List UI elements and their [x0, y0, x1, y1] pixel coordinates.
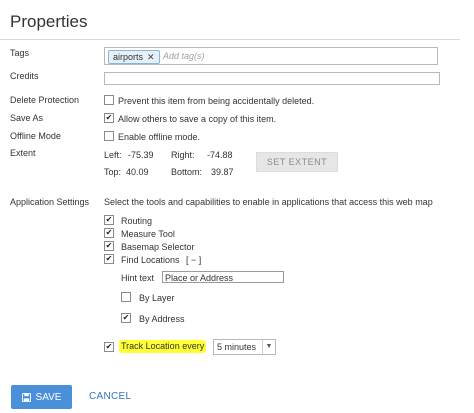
check-icon: ✔: [122, 313, 130, 322]
remove-tag-icon[interactable]: ✕: [147, 51, 155, 63]
delete-protection-label: Delete Protection: [10, 95, 80, 105]
save-as-checkbox[interactable]: ✔: [104, 113, 114, 123]
offline-mode-label: Offline Mode: [10, 131, 61, 141]
find-locations-text: Find Locations: [121, 255, 180, 265]
save-as-text: Allow others to save a copy of this item…: [118, 114, 277, 124]
tags-input[interactable]: airports ✕ Add tag(s): [104, 47, 438, 65]
by-address-text: By Address: [139, 314, 185, 324]
check-icon: ✔: [105, 342, 113, 351]
check-icon: ✔: [105, 215, 113, 224]
save-as-label: Save As: [10, 113, 44, 123]
credits-label: Credits: [10, 71, 39, 81]
extent-label: Extent: [10, 148, 36, 158]
hint-text-input[interactable]: Place or Address: [162, 271, 284, 283]
track-location-checkbox[interactable]: ✔: [104, 342, 114, 352]
credits-input[interactable]: [104, 72, 440, 85]
by-layer-checkbox[interactable]: [121, 292, 131, 302]
check-icon: ✔: [105, 254, 113, 263]
routing-text: Routing: [121, 216, 153, 226]
extent-top-label: Top:: [104, 167, 122, 177]
app-settings-description: Select the tools and capabilities to ena…: [104, 197, 433, 207]
check-icon: ✔: [105, 241, 113, 250]
routing-checkbox[interactable]: ✔: [104, 215, 114, 225]
tag-chip-label: airports: [113, 52, 144, 62]
extent-right-label: Right:: [171, 150, 195, 160]
basemap-selector-checkbox[interactable]: ✔: [104, 241, 114, 251]
measure-tool-checkbox[interactable]: ✔: [104, 228, 114, 238]
floppy-disk-icon: [21, 392, 31, 402]
panel-title: Properties: [10, 12, 88, 31]
track-interval-select[interactable]: 5 minutes ▼: [213, 339, 276, 355]
tags-label: Tags: [10, 48, 30, 58]
tag-chip-airports: airports ✕: [108, 50, 160, 64]
find-locations-collapse-toggle[interactable]: [ − ]: [186, 255, 201, 265]
measure-tool-text: Measure Tool: [121, 229, 175, 239]
by-layer-text: By Layer: [139, 293, 175, 303]
app-settings-label: Application Settings: [10, 197, 90, 207]
title-divider: [0, 39, 460, 40]
check-icon: ✔: [105, 113, 113, 122]
delete-protection-checkbox[interactable]: [104, 95, 114, 105]
extent-left-label: Left:: [104, 150, 122, 160]
find-locations-checkbox[interactable]: ✔: [104, 254, 114, 264]
offline-mode-checkbox[interactable]: [104, 131, 114, 141]
track-interval-value: 5 minutes: [217, 342, 257, 352]
cancel-button[interactable]: CANCEL: [89, 391, 131, 402]
track-location-text: Track Location every: [119, 340, 207, 353]
offline-mode-text: Enable offline mode.: [118, 132, 200, 142]
save-button[interactable]: SAVE: [11, 385, 72, 409]
hint-text-label: Hint text: [121, 273, 155, 283]
save-button-label: SAVE: [35, 391, 62, 403]
delete-protection-text: Prevent this item from being accidentall…: [118, 96, 315, 106]
basemap-selector-text: Basemap Selector: [121, 242, 195, 252]
set-extent-button[interactable]: SET EXTENT: [256, 152, 338, 172]
tags-placeholder: Add tag(s): [163, 51, 205, 61]
extent-bottom-value: 39.87: [211, 167, 234, 177]
chevron-down-icon[interactable]: ▼: [262, 340, 275, 354]
extent-right-value: -74.88: [207, 150, 233, 160]
extent-top-value: 40.09: [126, 167, 149, 177]
by-address-checkbox[interactable]: ✔: [121, 313, 131, 323]
check-icon: ✔: [105, 228, 113, 237]
extent-bottom-label: Bottom:: [171, 167, 203, 177]
extent-left-value: -75.39: [128, 150, 154, 160]
